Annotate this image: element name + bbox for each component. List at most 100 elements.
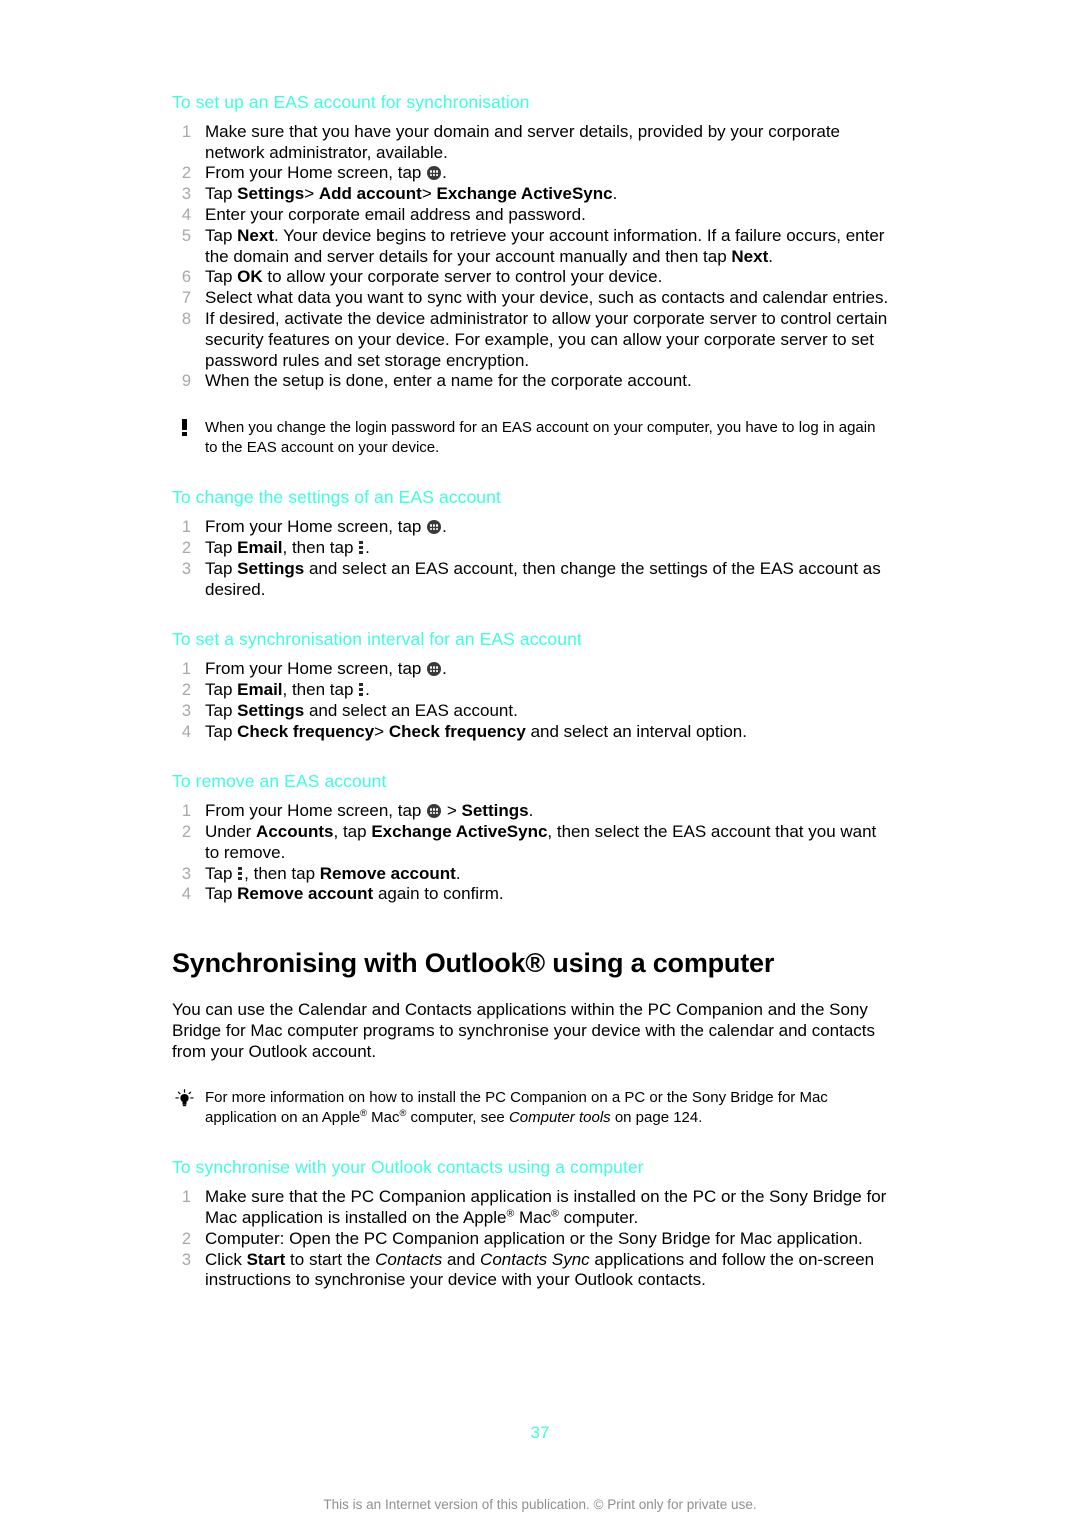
step-text-end: .	[365, 679, 370, 699]
ui-label-remove-account: Remove account	[237, 884, 374, 904]
heading-eas-setup: To set up an EAS account for synchronisa…	[172, 92, 530, 112]
step-text-end: .	[528, 801, 534, 821]
footer-copyright: This is an Internet version of this publ…	[323, 1497, 757, 1512]
ui-label-start: Start	[246, 1249, 286, 1269]
step-text: Tap	[205, 863, 233, 883]
list-item: Select what data you want to sync with y…	[172, 288, 892, 309]
step-text: to allow your corporate server to contro…	[267, 267, 663, 287]
ui-label-settings: Settings	[461, 801, 529, 821]
app-name-contacts: Contacts	[375, 1249, 443, 1269]
page-content: To set up an EAS account for synchronisa…	[172, 92, 892, 1291]
step-text-end: .	[612, 184, 618, 204]
ui-label-email: Email	[237, 537, 283, 557]
step-text-end: .	[442, 659, 447, 679]
list-item: Tap Next. Your device begins to retrieve…	[172, 226, 892, 268]
step-text: Tap	[205, 184, 233, 204]
app-drawer-icon	[427, 804, 442, 819]
ui-label-next: Next	[731, 246, 769, 266]
ui-label-add-account: Add account	[318, 184, 422, 204]
ui-label-check-frequency: Check frequency	[237, 721, 375, 741]
ui-label-exchange-activesync: Exchange ActiveSync	[436, 184, 613, 204]
document-page: To set up an EAS account for synchronisa…	[0, 0, 1080, 1527]
steps-eas-sync-interval: From your Home screen, tap . Tap Email, …	[172, 659, 892, 742]
step-text: Click	[205, 1249, 242, 1269]
overflow-menu-icon	[238, 866, 243, 880]
tip-text-c: Mac	[371, 1109, 400, 1127]
step-text: , then tap	[244, 863, 316, 883]
step-text: , then tap	[282, 679, 354, 699]
step-text: From your Home screen, tap	[205, 801, 422, 821]
list-item: From your Home screen, tap .	[172, 517, 892, 538]
step-text: Tap	[205, 267, 233, 287]
step-text-end: .	[442, 163, 447, 183]
ui-label-settings: Settings	[237, 558, 305, 578]
list-item: Tap Settings and select an EAS account.	[172, 701, 892, 722]
list-item: Tap Check frequency> Check frequency and…	[172, 722, 892, 743]
step-text-end: .	[365, 537, 370, 557]
outlook-body-text: You can use the Calendar and Contacts ap…	[172, 999, 876, 1061]
lightbulb-icon	[172, 1089, 196, 1108]
step-text: to start the	[290, 1249, 371, 1269]
list-item: Tap Email, then tap .	[172, 680, 892, 701]
separator: >	[304, 184, 315, 204]
step-text-end: .	[455, 863, 461, 883]
step-text: Tap	[205, 537, 233, 557]
step-text-e: computer.	[563, 1208, 639, 1228]
list-item: Make sure that the PC Companion applicat…	[172, 1187, 892, 1229]
separator: >	[421, 184, 432, 204]
heading-eas-sync-interval: To set a synchronisation interval for an…	[172, 629, 582, 650]
steps-eas-change-settings: From your Home screen, tap . Tap Email, …	[172, 517, 892, 600]
ui-label-accounts: Accounts	[256, 822, 334, 842]
step-text: , tap	[333, 822, 367, 842]
step-text: Computer: Open the PC Companion applicat…	[205, 1228, 863, 1248]
list-item: Click Start to start the Contacts and Co…	[172, 1250, 892, 1292]
step-text: Make sure that you have your domain and …	[205, 121, 841, 162]
steps-eas-setup: Make sure that you have your domain and …	[172, 122, 892, 392]
list-item: Computer: Open the PC Companion applicat…	[172, 1229, 892, 1250]
ui-label-settings: Settings	[237, 700, 305, 720]
tip-reference-title: Computer tools	[508, 1109, 611, 1127]
ui-label-exchange-activesync: Exchange ActiveSync	[371, 822, 548, 842]
step-text: Under	[205, 822, 252, 842]
step-text: Tap	[205, 884, 233, 904]
ui-label-check-frequency: Check frequency	[388, 721, 526, 741]
step-text: Enter your corporate email address and p…	[205, 205, 586, 225]
step-text: Tap	[205, 558, 233, 578]
registered-mark: ®	[551, 1207, 559, 1220]
step-text: and select an interval option.	[530, 721, 747, 741]
list-item: Enter your corporate email address and p…	[172, 205, 892, 226]
note-eas-password: When you change the login password for a…	[172, 418, 892, 458]
ui-label-settings: Settings	[237, 184, 305, 204]
step-text: and	[446, 1249, 476, 1269]
page-number: 37	[530, 1423, 550, 1442]
step-text: again to confirm.	[377, 884, 504, 904]
registered-mark: ®	[360, 1108, 367, 1119]
step-text: From your Home screen, tap	[205, 163, 422, 183]
ui-label-ok: OK	[237, 267, 263, 287]
step-text: and select an EAS account, then change t…	[205, 558, 881, 599]
overflow-menu-icon	[359, 682, 364, 696]
list-item: Tap Settings> Add account> Exchange Acti…	[172, 184, 892, 205]
step-text: Tap	[205, 700, 233, 720]
page-title-outlook: Synchronising with Outlook® using a comp…	[172, 948, 775, 979]
step-text: When the setup is done, enter a name for…	[205, 371, 692, 391]
list-item: Under Accounts, tap Exchange ActiveSync,…	[172, 822, 892, 864]
list-item: Tap , then tap Remove account.	[172, 864, 892, 885]
separator: >	[446, 801, 457, 821]
list-item: Tap Remove account again to confirm.	[172, 884, 892, 905]
step-text-end: .	[442, 517, 447, 537]
list-item: When the setup is done, enter a name for…	[172, 371, 892, 392]
tip-text-e: computer, see	[410, 1109, 505, 1127]
list-item: If desired, activate the device administ…	[172, 309, 892, 371]
step-text: . Your device begins to retrieve your ac…	[205, 225, 885, 266]
step-text: Tap	[205, 721, 233, 741]
step-text: From your Home screen, tap	[205, 659, 422, 679]
steps-eas-remove: From your Home screen, tap > Settings. U…	[172, 801, 892, 905]
step-text: , then tap	[282, 537, 354, 557]
step-text: Tap	[205, 679, 233, 699]
